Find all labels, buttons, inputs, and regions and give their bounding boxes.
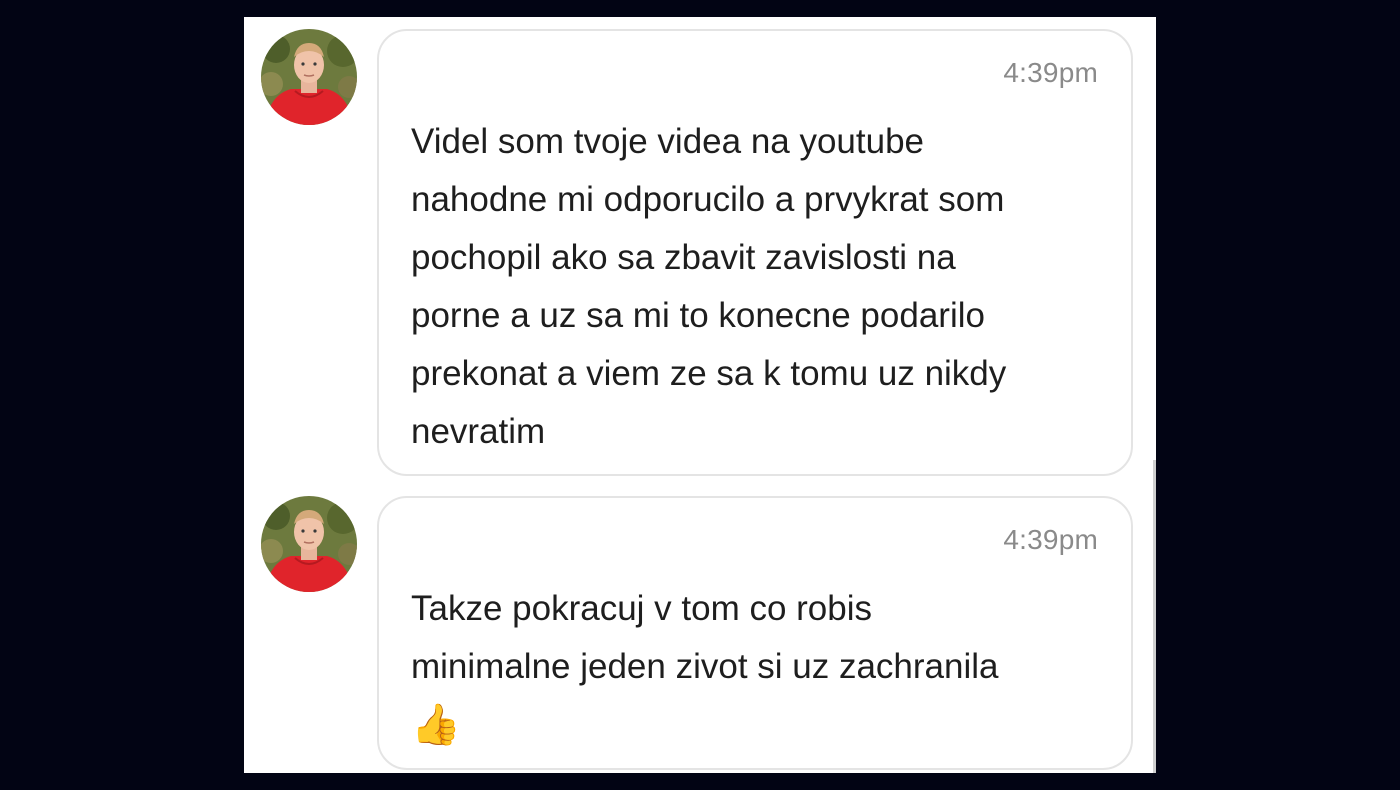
message-text-body: Takze pokracuj v tom co robis minimalne … [411, 589, 999, 686]
chat-panel: 4:39pm Videl som tvoje videa na youtube … [244, 17, 1156, 773]
sender-avatar[interactable] [261, 496, 357, 592]
message-text: Videl som tvoje videa na youtube nahodne… [411, 122, 1007, 451]
thumbs-up-icon: 👍 [411, 703, 461, 747]
sender-avatar[interactable] [261, 29, 357, 125]
message-timestamp: 4:39pm [1003, 524, 1098, 555]
message-bubble[interactable]: 4:39pm Videl som tvoje videa na youtube … [377, 29, 1133, 476]
message-text: Takze pokracuj v tom co robis minimalne … [411, 580, 1101, 756]
scrollbar[interactable] [1153, 460, 1156, 773]
message-bubble[interactable]: 4:39pm Takze pokracuj v tom co robis min… [377, 496, 1133, 770]
message-timestamp: 4:39pm [1003, 57, 1098, 88]
